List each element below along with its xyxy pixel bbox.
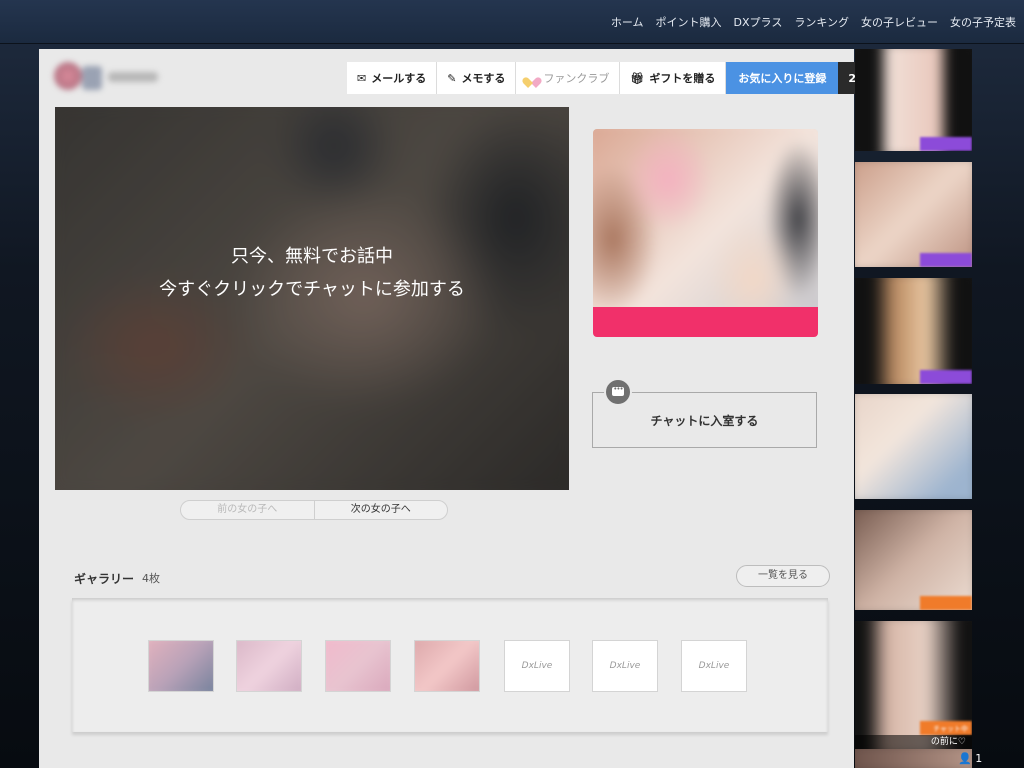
gallery-placeholder: DxLive [592, 640, 658, 692]
memo-button[interactable]: ✎ メモする [437, 62, 517, 94]
sidebar-performer-thumb[interactable] [855, 162, 972, 267]
dxlive-logo: DxLive [609, 661, 641, 671]
fanclub-button[interactable]: ファンクラブ [516, 62, 621, 94]
prev-performer-button[interactable]: 前の女の子へ [181, 501, 315, 519]
sidebar-live-tag: チャット中 [933, 725, 968, 733]
nav-item-point-purchase[interactable]: ポイント購入 [656, 14, 722, 30]
profile-card[interactable] [593, 129, 818, 337]
next-performer-button[interactable]: 次の女の子へ [315, 501, 448, 519]
nav-item-home[interactable]: ホーム [611, 14, 644, 30]
gallery-placeholder: DxLive [504, 640, 570, 692]
action-bar: ✉ メールする ✎ メモする ファンクラブ 🎁︎ ギフトを贈る お気に入りに登録… [347, 62, 890, 94]
gallery-thumb[interactable] [414, 640, 480, 692]
sidebar-performer-thumb[interactable] [855, 394, 972, 499]
sidebar-performer-thumb[interactable] [855, 278, 972, 384]
mail-button-label: メールする [371, 72, 427, 85]
memo-button-label: メモする [461, 72, 506, 85]
envelope-icon: ✉ [357, 71, 367, 85]
sidebar-performer-thumb[interactable] [855, 749, 972, 768]
sidebar-performer-thumb[interactable] [855, 510, 972, 610]
performer-sidebar: チャット中 の前に♡ [855, 49, 972, 768]
gift-button[interactable]: 🎁︎ ギフトを贈る [620, 62, 727, 94]
top-nav: ホーム ポイント購入 DXプラス ランキング 女の子レビュー 女の子予定表 [0, 0, 1024, 44]
mail-button[interactable]: ✉ メールする [347, 62, 438, 94]
gallery-count: 4枚 [142, 572, 160, 585]
performer-name-bar [593, 307, 818, 337]
performer-avatar [52, 58, 162, 94]
nav-item-ranking[interactable]: ランキング [794, 14, 849, 30]
gallery-thumb[interactable] [236, 640, 302, 692]
viewer-count: 👤 1 [958, 752, 983, 765]
pencil-icon: ✎ [447, 71, 457, 85]
sidebar-performer-thumb[interactable]: チャット中 の前に♡ [855, 621, 972, 749]
fanclub-heart-icon [526, 72, 538, 84]
gallery-thumb[interactable] [325, 640, 391, 692]
gift-icon: 🎁︎ [630, 71, 645, 85]
fanclub-button-label: ファンクラブ [543, 72, 610, 85]
favorite-button[interactable]: お気に入りに登録 [726, 62, 839, 94]
favorite-button-label: お気に入りに登録 [738, 72, 827, 85]
stream-status-text: 只今、無料でお話中 [231, 246, 393, 267]
gallery-view-all-button[interactable]: 一覧を見る [736, 565, 830, 587]
performer-pager: 前の女の子へ 次の女の子へ [180, 500, 448, 520]
gallery-thumb[interactable] [148, 640, 214, 692]
nav-item-schedule[interactable]: 女の子予定表 [950, 14, 1016, 30]
nav-item-dx-plus[interactable]: DXプラス [734, 14, 783, 30]
dxlive-logo: DxLive [521, 661, 553, 671]
gallery-title: ギャラリー [74, 572, 135, 586]
nav-item-reviews[interactable]: 女の子レビュー [861, 14, 938, 30]
dxlive-logo: DxLive [698, 661, 730, 671]
stream-preview[interactable]: 只今、無料でお話中 今すぐクリックでチャットに参加する [55, 107, 569, 490]
sidebar-caption: の前に♡ [855, 735, 972, 749]
stream-join-text: 今すぐクリックでチャットに参加する [159, 279, 465, 300]
gallery-placeholder: DxLive [681, 640, 747, 692]
chat-bubble-icon [604, 378, 632, 406]
gift-button-label: ギフトを贈る [649, 72, 716, 85]
sidebar-performer-thumb[interactable] [855, 49, 972, 151]
profile-photo [593, 129, 818, 317]
